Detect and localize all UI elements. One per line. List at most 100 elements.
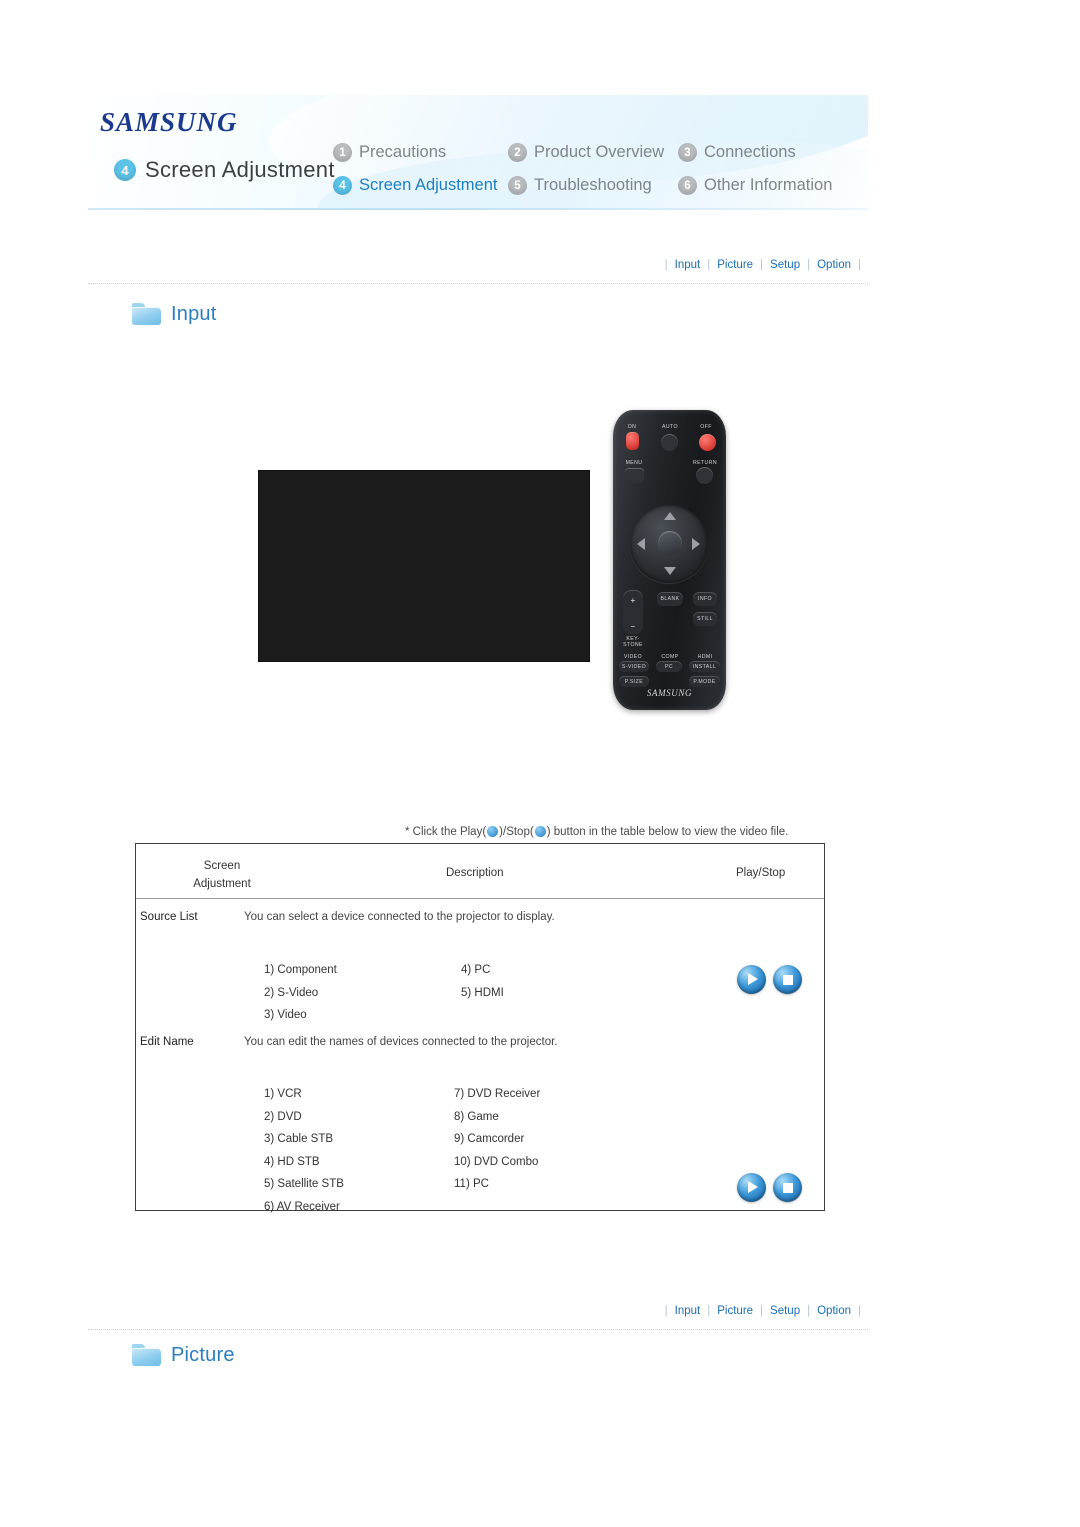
stop-button-edit-name[interactable] [773, 1173, 802, 1202]
page-title: 4 Screen Adjustment [114, 157, 335, 183]
list-item: 4) HD STB [264, 1155, 320, 1168]
remote-label-psize: P.SIZE [624, 679, 644, 685]
play-button-source-list[interactable] [737, 965, 766, 994]
remote-label-hdmi: HDMI [697, 654, 713, 660]
tab-option-bottom[interactable]: Option [817, 1305, 851, 1317]
remote-return-button [696, 467, 713, 484]
nav-item-troubleshooting[interactable]: 5 Troubleshooting [508, 176, 678, 195]
remote-label-video: VIDEO [623, 654, 643, 660]
video-instruction-note: * Click the Play()/Stop() button in the … [405, 826, 788, 838]
page-title-label: Screen Adjustment [145, 157, 335, 182]
tab-separator: | [858, 259, 861, 271]
table-header-row: Screen Adjustment Description Play/Stop [136, 844, 824, 899]
list-item: 9) Camcorder [454, 1133, 525, 1145]
tab-separator: | [807, 259, 811, 271]
remote-control-image: ON AUTO OFF MENU RETURN + − KEY- STONE B… [613, 410, 726, 710]
remote-left-arrow-icon [637, 538, 645, 550]
nav-label-screen-adjustment: Screen Adjustment [359, 176, 498, 194]
stop-icon-inline [534, 826, 546, 837]
section-heading-input: Input [132, 302, 216, 326]
remote-label-info: INFO [698, 596, 712, 602]
nav-label-connections: Connections [704, 143, 796, 161]
remote-brand-label: SAMSUNG [646, 688, 693, 698]
folder-icon [132, 302, 162, 326]
edit-name-items-col1: 1) VCR 2) DVD 3) Cable STB 4) HD STB 5) … [264, 1083, 344, 1218]
tab-separator: | [664, 259, 668, 271]
row-description-edit-name: You can edit the names of devices connec… [244, 1036, 558, 1048]
osd-screenshot-image [258, 470, 590, 662]
list-item: 4) PC [461, 964, 491, 976]
nav-badge-5: 5 [508, 176, 527, 195]
remote-down-arrow-icon [664, 567, 676, 575]
nav-label-precautions: Precautions [359, 143, 447, 161]
tab-separator: | [858, 1305, 861, 1317]
row-label-source-list: Source List [140, 911, 198, 923]
remote-auto-button [661, 434, 678, 451]
tab-picture-bottom[interactable]: Picture [717, 1305, 753, 1317]
remote-label-blank: BLANK [660, 596, 680, 602]
remote-label-install: INSTALL [692, 664, 717, 670]
edit-name-items-col2: 7) DVD Receiver 8) Game 9) Camcorder 10)… [454, 1083, 540, 1196]
screen-adjustment-table: Screen Adjustment Description Play/Stop … [135, 843, 825, 1213]
nav-label-product-overview: Product Overview [534, 143, 665, 161]
table-header-play-stop: Play/Stop [736, 867, 786, 879]
list-item: 8) Game [454, 1110, 499, 1123]
tab-picture-top[interactable]: Picture [717, 259, 753, 271]
tab-separator: | [664, 1305, 668, 1317]
nav-item-precautions[interactable]: 1 Precautions [333, 143, 508, 162]
remote-label-still: STILL [697, 616, 713, 622]
section-title-picture: Picture [171, 1343, 235, 1366]
remote-label-off: OFF [700, 424, 712, 430]
list-item: 1) Component [264, 964, 337, 976]
tab-option-top[interactable]: Option [817, 259, 851, 271]
section-heading-picture: Picture [132, 1343, 235, 1367]
list-item: 7) DVD Receiver [454, 1088, 541, 1100]
tab-separator: | [707, 1305, 711, 1317]
remote-label-return: RETURN [692, 460, 717, 466]
list-item: 6) AV Receiver [264, 1200, 340, 1213]
play-icon [748, 973, 758, 985]
nav-label-troubleshooting: Troubleshooting [534, 176, 652, 194]
remote-right-arrow-icon [692, 538, 700, 550]
tab-links-top: | Input | Picture | Setup | Option | [88, 259, 868, 271]
remote-up-arrow-icon [664, 512, 676, 520]
remote-label-comp: COMP [661, 654, 679, 660]
remote-label-on: ON [627, 424, 637, 430]
source-list-items-col2: 4) PC 5) HDMI [461, 959, 504, 1004]
samsung-logo: SAMSUNG [100, 107, 238, 137]
tab-setup-bottom[interactable]: Setup [770, 1305, 800, 1317]
list-item: 5) Satellite STB [264, 1178, 344, 1190]
remote-label-pc: PC [664, 664, 673, 670]
nav-item-product-overview[interactable]: 2 Product Overview [508, 143, 678, 162]
remote-keystone-minus-icon: − [630, 622, 636, 631]
play-button-edit-name[interactable] [737, 1173, 766, 1202]
list-item: 1) VCR [264, 1088, 302, 1100]
stop-button-source-list[interactable] [773, 965, 802, 994]
nav-item-screen-adjustment[interactable]: 4 Screen Adjustment [333, 176, 508, 195]
play-icon [748, 1181, 758, 1193]
note-middle: )/Stop( [499, 826, 534, 838]
note-prefix: * Click the Play( [405, 826, 487, 838]
list-item: 5) HDMI [461, 986, 504, 999]
tab-separator: | [760, 259, 764, 271]
tab-input-bottom[interactable]: Input [675, 1305, 701, 1317]
nav-badge-6: 6 [678, 176, 697, 195]
remote-label-menu: MENU [625, 460, 643, 466]
remote-label-svideo: S-VIDEO [621, 664, 647, 670]
play-icon-inline [487, 826, 499, 837]
nav-item-connections[interactable]: 3 Connections [678, 143, 848, 162]
remote-enter-button [658, 531, 682, 555]
stop-icon [782, 1182, 793, 1193]
nav-item-other-information[interactable]: 6 Other Information [678, 176, 848, 195]
remote-keystone-plus-icon: + [630, 596, 636, 605]
row-description-source-list: You can select a device connected to the… [244, 911, 555, 923]
tab-setup-top[interactable]: Setup [770, 259, 800, 271]
divider-bottom [88, 1329, 868, 1330]
section-title-input: Input [171, 302, 217, 325]
tab-input-top[interactable]: Input [675, 259, 701, 271]
remote-power-on-button [626, 432, 639, 450]
row-label-edit-name: Edit Name [140, 1036, 194, 1048]
list-item: 2) DVD [264, 1110, 302, 1123]
remote-power-off-button [699, 434, 716, 451]
nav-badge-2: 2 [508, 143, 527, 162]
